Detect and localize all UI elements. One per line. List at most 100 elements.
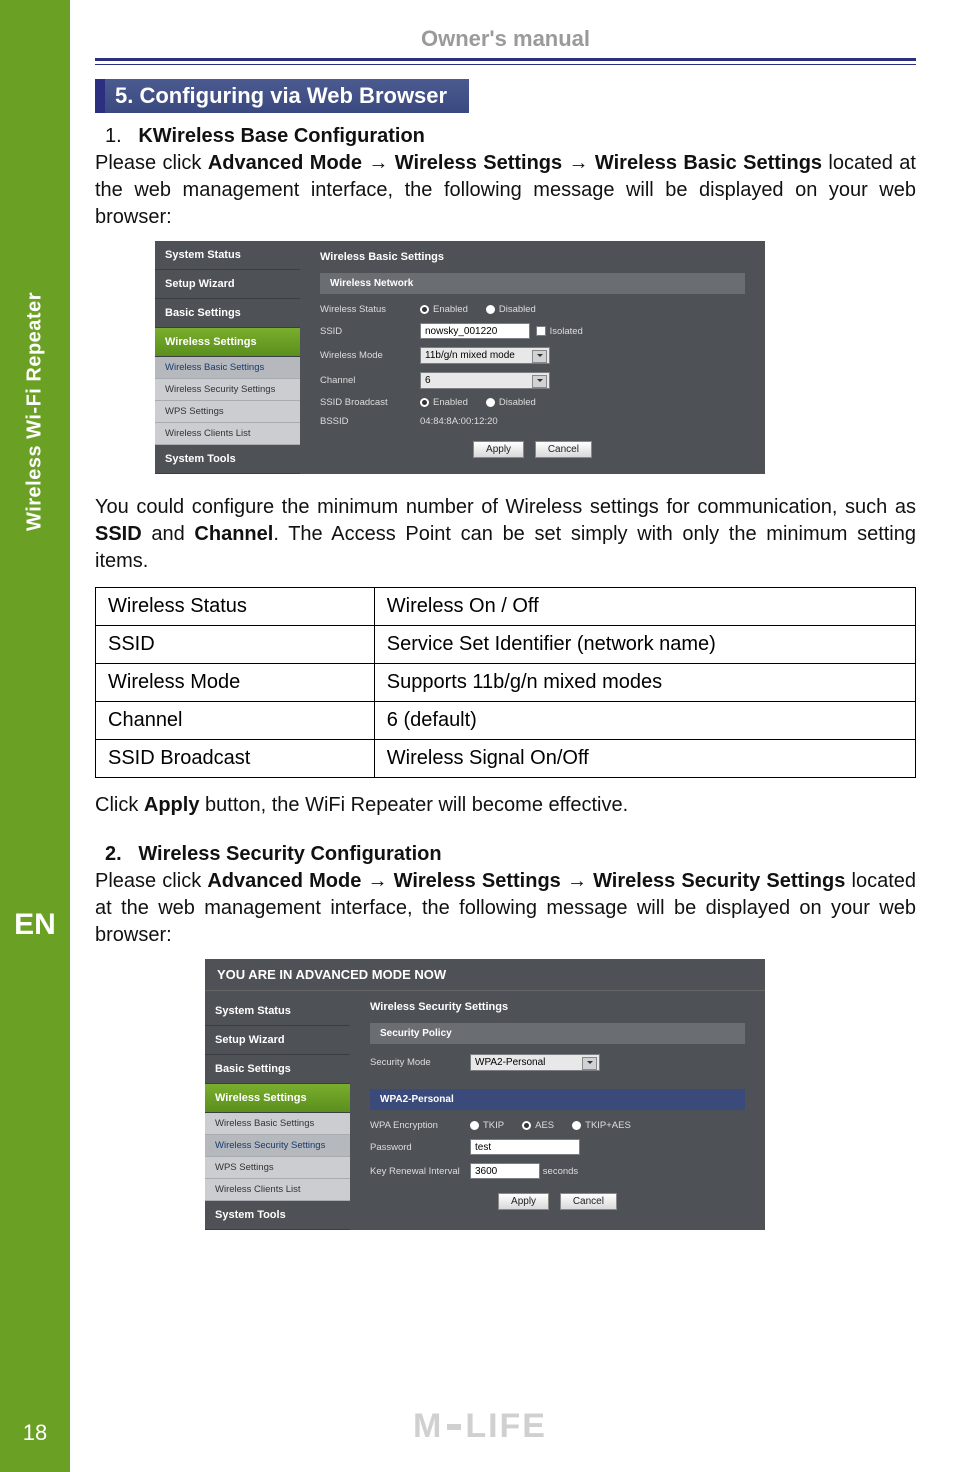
key-renewal-input[interactable] [470, 1163, 540, 1179]
radio-label: TKIP+AES [585, 1120, 631, 1131]
nav-wireless-settings[interactable]: Wireless Settings [205, 1084, 350, 1113]
cell-val: Supports 11b/g/n mixed modes [374, 664, 915, 702]
radio-label-enabled: Enabled [433, 304, 468, 315]
nav-setup-wizard[interactable]: Setup Wizard [205, 1026, 350, 1055]
nav-system-tools[interactable]: System Tools [155, 445, 300, 474]
cell-key: SSID Broadcast [96, 740, 375, 778]
nav-basic-settings[interactable]: Basic Settings [155, 299, 300, 328]
subnav-wireless-clients[interactable]: Wireless Clients List [205, 1179, 350, 1201]
section1-number: 1. [105, 125, 122, 147]
subnav-wps[interactable]: WPS Settings [155, 401, 300, 423]
section2-number: 2. [105, 843, 122, 865]
label-ssid-broadcast: SSID Broadcast [320, 397, 420, 408]
radio-label: AES [535, 1120, 554, 1131]
select-value: 11b/g/n mixed mode [425, 350, 515, 361]
nav-wireless-settings[interactable]: Wireless Settings [155, 328, 300, 357]
section2-title: Wireless Security Configuration [138, 843, 441, 865]
radio-broadcast-disabled[interactable] [486, 398, 495, 407]
tab-accent [95, 79, 105, 113]
page-number: 18 [0, 1420, 70, 1446]
cell-val: Wireless Signal On/Off [374, 740, 915, 778]
text: Please click [95, 870, 207, 892]
apply-button[interactable]: Apply [498, 1193, 549, 1210]
wireless-mode-select[interactable]: 11b/g/n mixed mode [420, 347, 550, 364]
radio-disabled[interactable] [486, 305, 495, 314]
table-row: SSIDService Set Identifier (network name… [96, 626, 916, 664]
panel-title: Wireless Security Settings [370, 1001, 745, 1013]
section1-path-paragraph: Please click Advanced Mode → Wireless Se… [95, 150, 916, 231]
breadcrumb-path: Advanced Mode → Wireless Settings → Wire… [208, 152, 822, 174]
text: Click [95, 794, 144, 816]
section2-path-paragraph: Please click Advanced Mode → Wireless Se… [95, 868, 916, 949]
select-value: WPA2-Personal [475, 1057, 545, 1068]
security-mode-select[interactable]: WPA2-Personal [470, 1054, 600, 1071]
cell-val: Wireless On / Off [374, 588, 915, 626]
subnav-wireless-basic[interactable]: Wireless Basic Settings [205, 1113, 350, 1135]
table-row: Channel 6 (default) [96, 702, 916, 740]
label-key-renewal: Key Renewal Interval [370, 1166, 470, 1177]
panel-subhead: Wireless Network [320, 273, 745, 294]
router-main-panel: Wireless Security Settings Security Poli… [350, 991, 765, 1230]
bold-channel: Channel [194, 523, 273, 545]
ssid-input[interactable] [420, 323, 530, 339]
router-sidebar: System Status Setup Wizard Basic Setting… [155, 241, 300, 474]
label-security-mode: Security Mode [370, 1057, 470, 1068]
router-main-panel: Wireless Basic Settings Wireless Network… [300, 241, 765, 474]
isolated-checkbox[interactable] [536, 326, 546, 336]
isolated-label: Isolated [550, 326, 583, 337]
seconds-label: seconds [543, 1166, 578, 1177]
panel-subhead-security-policy: Security Policy [370, 1023, 745, 1044]
password-input[interactable] [470, 1139, 580, 1155]
label-channel: Channel [320, 375, 420, 386]
subnav-wireless-clients[interactable]: Wireless Clients List [155, 423, 300, 445]
select-value: 6 [425, 375, 431, 386]
channel-select[interactable]: 6 [420, 372, 550, 389]
bold-ssid: SSID [95, 523, 142, 545]
nav-system-status[interactable]: System Status [205, 997, 350, 1026]
logo-m: M [413, 1407, 443, 1446]
cell-key: Wireless Status [96, 588, 375, 626]
nav-system-status[interactable]: System Status [155, 241, 300, 270]
panel-subhead-wpa2: WPA2-Personal [370, 1089, 745, 1110]
subnav-wireless-security[interactable]: Wireless Security Settings [205, 1135, 350, 1157]
logo-life: LIFE [465, 1407, 547, 1446]
label-wireless-mode: Wireless Mode [320, 350, 420, 361]
radio-broadcast-enabled[interactable] [420, 398, 429, 407]
subnav-wireless-basic[interactable]: Wireless Basic Settings [155, 357, 300, 379]
radio-tkip[interactable] [470, 1121, 479, 1130]
radio-tkip-aes[interactable] [572, 1121, 581, 1130]
label-wireless-status: Wireless Status [320, 304, 420, 315]
section1-title: KWireless Base Configuration [138, 125, 425, 147]
nav-basic-settings[interactable]: Basic Settings [205, 1055, 350, 1084]
cancel-button[interactable]: Cancel [535, 441, 592, 458]
cancel-button[interactable]: Cancel [560, 1193, 617, 1210]
subnav-wps[interactable]: WPS Settings [205, 1157, 350, 1179]
brand-logo: M LIFE [413, 1407, 547, 1446]
router-screenshot-1: System Status Setup Wizard Basic Setting… [155, 241, 916, 474]
running-header: Owner's manual [95, 26, 916, 52]
subnav-wireless-security[interactable]: Wireless Security Settings [155, 379, 300, 401]
logo-dash-icon [447, 1424, 461, 1430]
table-row: Wireless ModeSupports 11b/g/n mixed mode… [96, 664, 916, 702]
label-bssid: BSSID [320, 416, 420, 427]
panel-title: Wireless Basic Settings [320, 251, 745, 263]
section-tab: 5. Configuring via Web Browser [95, 79, 916, 113]
left-green-rail: Wireless Wi-Fi Repeater EN 18 [0, 0, 70, 1472]
nav-system-tools[interactable]: System Tools [205, 1201, 350, 1230]
header-rule [95, 58, 916, 65]
page-content: Owner's manual 5. Configuring via Web Br… [95, 26, 916, 1250]
section2-heading-line: 2. Wireless Security Configuration [95, 841, 916, 868]
router-screenshot-2: YOU ARE IN ADVANCED MODE NOW System Stat… [205, 959, 916, 1230]
section1-para2: You could configure the minimum number o… [95, 494, 916, 575]
advanced-mode-banner: YOU ARE IN ADVANCED MODE NOW [205, 959, 765, 991]
radio-enabled[interactable] [420, 305, 429, 314]
apply-button[interactable]: Apply [473, 441, 524, 458]
vertical-product-label: Wireless Wi-Fi Repeater [24, 292, 47, 531]
radio-label: TKIP [483, 1120, 504, 1131]
text: button, the WiFi Repeater will become ef… [199, 794, 628, 816]
radio-label-disabled: Disabled [499, 304, 536, 315]
table-row: Wireless Status Wireless On / Off [96, 588, 916, 626]
text: You could configure the minimum number o… [95, 496, 916, 518]
nav-setup-wizard[interactable]: Setup Wizard [155, 270, 300, 299]
radio-aes[interactable] [522, 1121, 531, 1130]
